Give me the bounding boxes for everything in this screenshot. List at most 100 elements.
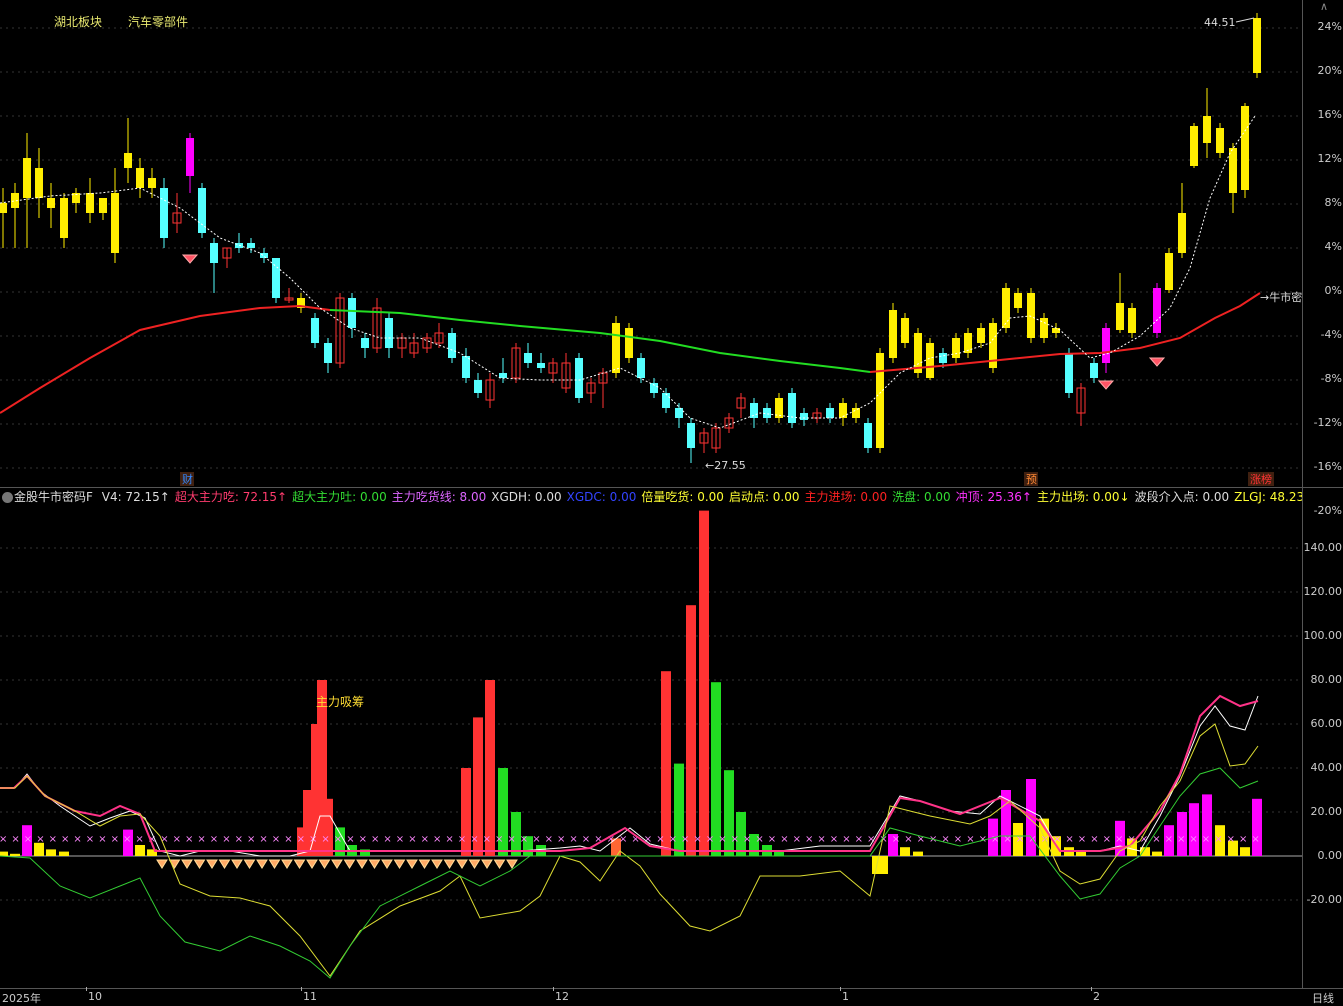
indicator-value: 冲顶: 25.36↑ [955,490,1032,504]
candle-body [361,338,369,348]
cross-marker: × [185,834,193,845]
cross-marker: × [321,834,329,845]
candle-body [60,198,68,238]
indicator-chart[interactable]: × × × × × × × × × × × × × × × × × × × × × × × × × × × × × × × × × × × × × × × ×… [0,506,1302,986]
cross-marker: × [1177,834,1185,845]
indicator-bar [1189,803,1199,856]
indicator-bar [323,798,333,856]
cross-marker: × [1103,834,1111,845]
event-marker-label: 涨榜 [1250,472,1272,486]
candle-body [0,203,7,213]
signal-gem-icon [1097,380,1115,390]
indicator-bar [661,671,671,856]
candle-body [272,258,280,298]
candle-body [901,318,909,343]
cross-marker: × [1165,834,1173,845]
y-tick-label: 12% [1317,152,1342,165]
indicator-annotation: 主力吸筹 [316,695,364,709]
y-tick-label: 8% [1324,196,1342,209]
diamond-marker [306,859,318,869]
main-y-axis: 24% 20% 16% 12% 8% 4% 0% -4% -8% -12% -16% -20% [1302,0,1343,517]
cross-marker: × [49,834,57,845]
candle-body [800,413,808,420]
cross-marker: × [1239,834,1247,845]
diamond-marker [331,859,343,869]
x-tick-label: 11 [303,990,317,1003]
candle-body [124,153,132,168]
diamond-marker [181,859,193,869]
indicator-line-pink [0,694,1259,852]
cross-marker: × [656,834,664,845]
y-tick-label: 4% [1324,240,1342,253]
candle-body [86,193,94,213]
cross-marker: × [991,834,999,845]
cross-marker: × [1227,834,1235,845]
indicator-value: 倍量吃货: 0.00 [641,490,724,504]
cross-marker: × [532,834,540,845]
y-tick-label: 24% [1317,20,1342,33]
candle-body [35,168,43,198]
indicator-value: 超大主力吐: 0.00 [292,490,387,504]
candle-body [763,408,771,418]
y-tick-label: 60.00 [1310,717,1343,730]
cross-marker: × [830,834,838,845]
cross-marker: × [681,834,689,845]
cross-marker: × [904,834,912,845]
candle-body [1027,293,1035,338]
diamond-marker [456,859,468,869]
diamond-marker [468,859,481,869]
cross-marker: × [284,834,292,845]
candle-body [952,338,960,358]
x-tick-mark [840,987,841,991]
high-price-pointer [1235,17,1255,23]
indicator-value: 超大主力吃: 72.15↑ [174,490,288,504]
cross-marker: × [569,834,577,845]
cross-marker: × [396,834,404,845]
cross-marker: × [1251,834,1259,845]
cross-marker: × [0,834,7,845]
diamond-marker [431,859,443,869]
cross-marker: × [855,834,863,845]
candle-body [826,408,834,418]
cross-marker: × [421,834,429,845]
diamond-marker [318,859,331,869]
candle-body [612,323,620,373]
candlestick-chart[interactable]: 44.51 ←27.55 →牛市密财 预 涨榜 [0,8,1302,490]
diamond-marker [293,859,306,869]
diamond-marker [406,859,418,869]
candle-body [537,363,545,368]
x-tick-label: 2 [1093,990,1100,1003]
cross-marker: × [495,834,503,845]
candle-body [1216,128,1224,153]
y-tick-label: 120.00 [1303,585,1343,598]
cross-marker: × [1078,834,1086,845]
cross-marker: × [272,834,280,845]
indicator-bar-negative [872,856,888,874]
indicator-bar [774,851,784,856]
candle-body [1002,288,1010,328]
cross-marker: × [111,834,119,845]
indicator-name[interactable]: 金股牛市密码F [14,490,93,504]
x-tick-mark [301,987,302,991]
cross-marker: × [1202,834,1210,845]
candle-body [260,253,268,258]
ma-name-label: →牛市密 [1260,290,1302,304]
indicator-y-axis: 140.00 120.00 100.00 80.00 60.00 40.00 20.00 0.… [1302,488,1343,988]
cross-marker: × [24,834,32,845]
cross-marker: × [247,834,255,845]
cross-marker: × [173,834,181,845]
candle-body [348,298,356,328]
candle-body [1190,126,1198,166]
indicator-bar [699,510,709,856]
candle-body [499,373,507,378]
y-tick-label: 0% [1324,284,1342,297]
indicator-value: V4: 72.15↑ [101,490,170,504]
candle-body [876,353,884,448]
diamond-marker [231,859,243,869]
candle-body [625,328,633,358]
candle-body [1102,328,1110,363]
diamond-marker [343,859,356,869]
signal-gem-icon [181,254,199,264]
cross-marker: × [346,834,354,845]
candle-body [1090,363,1098,378]
